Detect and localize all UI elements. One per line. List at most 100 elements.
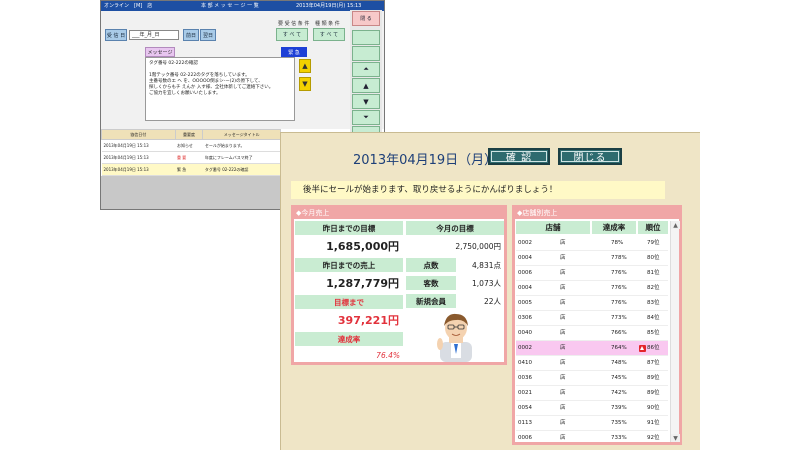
items-value: 4,831点: [458, 258, 504, 272]
table-row[interactable]: 2013年04月19日 15:13 お知らせ セールが始まります。: [101, 139, 281, 152]
grid-header-row: 協信日付 重要度 メッセージタイトル: [101, 129, 281, 140]
store-store: 店: [560, 240, 566, 246]
list-item[interactable]: 0021 店 742% 89位: [516, 386, 668, 401]
date-label-button[interactable]: 受 信 日: [105, 29, 127, 41]
store-rate: 739%: [611, 405, 627, 411]
list-item[interactable]: 0410 店 748% 87位: [516, 356, 668, 371]
store-code: 0002: [518, 345, 532, 351]
grid-cell-level: お知らせ: [175, 139, 203, 152]
message-line: ご協力を宜しくお願いいたします。: [149, 91, 221, 96]
monthly-sales-title: ◆今月売上: [294, 208, 504, 219]
triangle-down-icon: ▼: [302, 80, 308, 88]
side-button-1[interactable]: [352, 30, 380, 45]
store-store: 店: [560, 435, 566, 441]
store-rank: 79位: [647, 240, 660, 246]
triangle-up-icon: ▲: [302, 62, 308, 70]
store-code: 0002: [518, 240, 532, 246]
list-item[interactable]: 0005 店 776% 83位: [516, 296, 668, 311]
store-rate: 742%: [611, 390, 627, 396]
monthly-sales-panel: ◆今月売上 昨日までの目標 今月の目標 1,685,000円 2,750,000…: [291, 205, 507, 365]
last-page-button[interactable]: ⏷: [352, 110, 380, 125]
store-rate: 773%: [611, 315, 627, 321]
list-item[interactable]: 0004 店 776% 82位: [516, 281, 668, 296]
sales-dialog: 2013年04月19日（月） 確 認 閉じる 後半にセールが始まります、取り戻せ…: [280, 132, 700, 450]
store-rank: 89位: [647, 375, 660, 381]
list-item[interactable]: 0306 店 773% 84位: [516, 311, 668, 326]
grid-cell-title: 年度にフレームバスマ終了: [202, 151, 281, 164]
table-row[interactable]: 2013年04月19日 15:13 緊 急タグ番号 02-222の確認: [101, 163, 281, 176]
rank-header: 順位: [638, 221, 668, 234]
store-code: 0021: [518, 390, 532, 396]
store-store: 店: [560, 375, 566, 381]
store-rate: 776%: [611, 285, 627, 291]
achievement-label: 達成率: [295, 332, 403, 346]
store-sales-title: ◆店舗別売上: [515, 208, 679, 219]
store-rate: 748%: [611, 360, 627, 366]
urgent-badge: 緊 急: [281, 47, 307, 57]
store-rate: 776%: [611, 300, 627, 306]
store-rate: 764%: [611, 345, 627, 351]
prev-page-button[interactable]: ▲: [352, 78, 380, 93]
close-button[interactable]: 閉じる: [558, 148, 622, 165]
rate-header: 達成率: [592, 221, 636, 234]
grid-header-cell: 協信日付: [101, 129, 176, 140]
new-members-value: 22人: [458, 294, 504, 308]
table-row[interactable]: 2013年04月19日 15:13 重 要年度にフレームバスマ終了: [101, 151, 281, 164]
scroll-up-button[interactable]: ▲: [299, 59, 311, 73]
store-rate: 776%: [611, 270, 627, 276]
scroll-down-icon[interactable]: ▼: [671, 434, 680, 442]
store-store: 店: [560, 300, 566, 306]
store-list-scrollbar[interactable]: ▲ ▼: [670, 221, 680, 442]
list-item[interactable]: 0054 店 739% 90位: [516, 401, 668, 416]
rank-up-icon: [639, 345, 646, 352]
store-code: 0004: [518, 255, 532, 261]
scroll-down-button[interactable]: ▼: [299, 77, 311, 91]
list-item[interactable]: 0002 店 764% 86位: [516, 341, 668, 356]
store-store: 店: [560, 315, 566, 321]
message-body: タグ番号 02-222の確認 1階テック番号 02-222のタグを落ちしています…: [145, 57, 295, 121]
store-store: 店: [560, 330, 566, 336]
back-close-button[interactable]: 閉 る: [352, 11, 380, 26]
store-header: 店舗: [516, 221, 590, 234]
message-tab[interactable]: メッセージ: [145, 47, 175, 57]
to-target-value: 397,221円: [295, 311, 403, 329]
store-code: 0005: [518, 300, 532, 306]
first-page-button[interactable]: ⏶: [352, 62, 380, 77]
store-rank: 83位: [647, 300, 660, 306]
next-day-button[interactable]: 翌日: [200, 29, 216, 41]
list-item[interactable]: 0002 店 78% 79位: [516, 236, 668, 251]
store-rank: 87位: [647, 360, 660, 366]
list-item[interactable]: 0006 店 776% 81位: [516, 266, 668, 281]
store-code: 0306: [518, 315, 532, 321]
store-store: 店: [560, 285, 566, 291]
grid-cell-date: 2013年04月19日 15:13: [101, 151, 175, 164]
store-code: 0410: [518, 360, 532, 366]
prev-day-button[interactable]: 前日: [183, 29, 199, 41]
list-item[interactable]: 0006 店 733% 92位: [516, 431, 668, 442]
to-target-label: 目標まで: [295, 295, 403, 309]
next-page-button[interactable]: ▼: [352, 94, 380, 109]
titlebar-title: 本 部 メ ッ セ ー ジ 一 覧: [201, 3, 259, 9]
side-button-2[interactable]: [352, 46, 380, 61]
store-store: 店: [560, 390, 566, 396]
category-select[interactable]: す べ て: [313, 28, 345, 41]
store-store: 店: [560, 420, 566, 426]
date-input[interactable]: ___年_月_日: [129, 30, 179, 40]
list-item[interactable]: 0036 店 745% 89位: [516, 371, 668, 386]
condition-select[interactable]: す べ て: [276, 28, 308, 41]
confirm-button[interactable]: 確 認: [488, 148, 550, 165]
store-store: 店: [560, 360, 566, 366]
list-item[interactable]: 0040 店 766% 85位: [516, 326, 668, 341]
list-item[interactable]: 0113 店 735% 91位: [516, 416, 668, 431]
store-rate: 766%: [611, 330, 627, 336]
mascot-illustration: [437, 313, 472, 362]
store-store: 店: [560, 405, 566, 411]
grid-cell-date: 2013年04月19日 15:13: [101, 139, 175, 152]
store-rank: 86位: [647, 345, 660, 351]
list-item[interactable]: 0004 店 778% 80位: [516, 251, 668, 266]
store-code: 0054: [518, 405, 532, 411]
store-code: 0006: [518, 270, 532, 276]
store-rate: 78%: [611, 240, 624, 246]
store-rank: 91位: [647, 420, 660, 426]
scroll-up-icon[interactable]: ▲: [671, 221, 680, 229]
